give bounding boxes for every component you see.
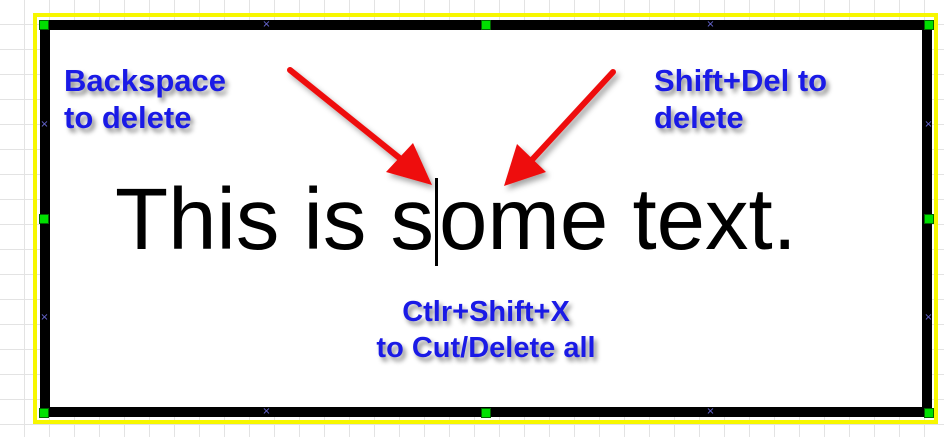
- left-red-arrow-icon: [287, 67, 432, 185]
- arrows-overlay: [287, 67, 616, 186]
- right-red-arrow-icon: [504, 69, 616, 186]
